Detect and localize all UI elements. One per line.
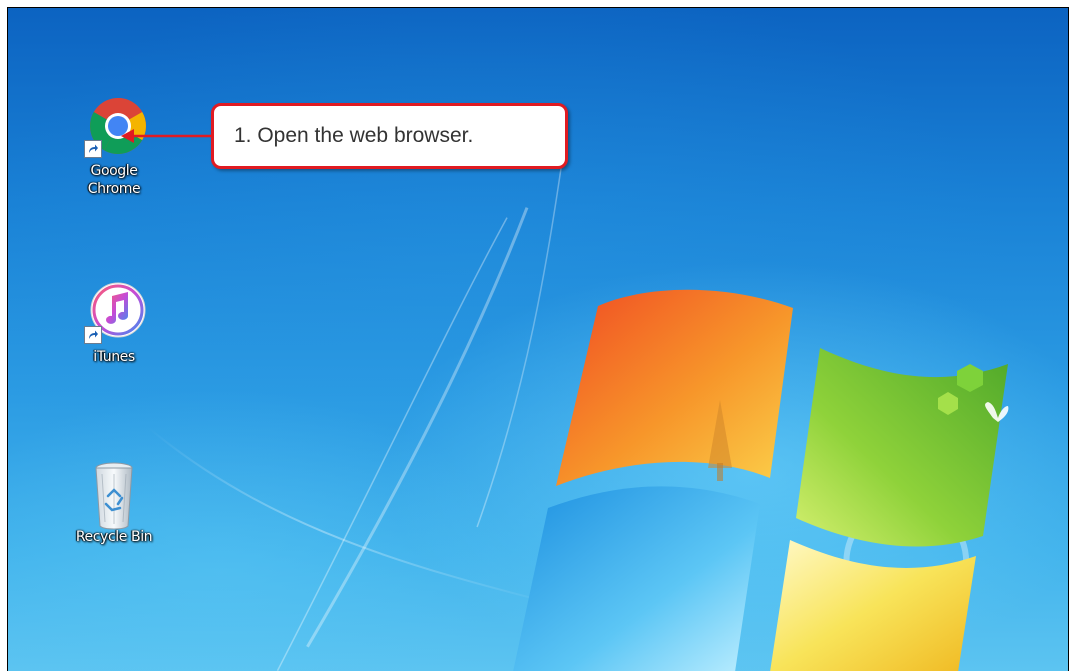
recycle-bin-icon (82, 460, 146, 530)
chrome-icon (82, 94, 146, 158)
desktop-icon-recycle-bin[interactable]: Recycle Bin (54, 460, 174, 546)
shortcut-arrow-icon (84, 326, 102, 344)
desktop-icon-itunes[interactable]: iTunes (66, 280, 162, 366)
logo-yellow-pane (770, 540, 976, 671)
desktop-icon-label: iTunes (93, 349, 135, 365)
desktop-screen: Google Chrome iTunes Recycle Bin 1. Open… (7, 7, 1069, 671)
desktop-wallpaper: Google Chrome iTunes Recycle Bin 1. Open… (8, 8, 1068, 671)
desktop-icon-label: Google Chrome (87, 163, 141, 197)
logo-blue-pane (513, 486, 760, 671)
logo-red-pane (556, 289, 793, 486)
desktop-icon-chrome[interactable]: Google Chrome (66, 94, 162, 198)
shortcut-arrow-icon (84, 140, 102, 158)
instruction-callout: 1. Open the web browser. (211, 103, 568, 169)
instruction-callout-text: 1. Open the web browser. (234, 124, 474, 147)
itunes-icon (82, 280, 146, 344)
